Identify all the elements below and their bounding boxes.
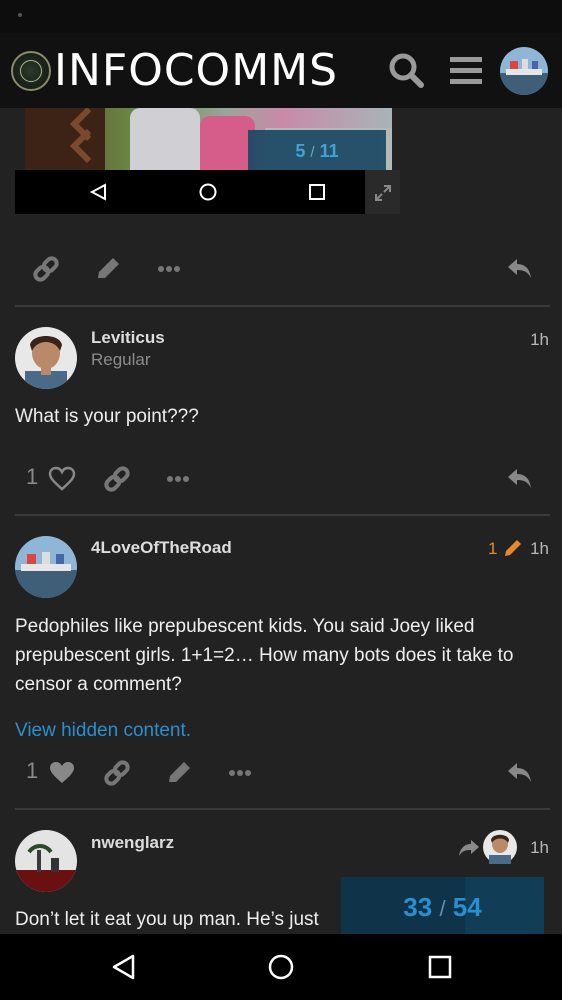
edit-count[interactable]: 1 (488, 539, 497, 559)
timeline-current: 33 (403, 892, 433, 922)
timeline-total: 54 (452, 892, 482, 922)
reply-icon[interactable] (506, 760, 534, 786)
post-body: Pedophiles like prepubescent kids. You s… (15, 616, 514, 695)
search-icon[interactable] (386, 51, 426, 91)
back-icon[interactable] (109, 952, 139, 982)
post-actions: 1 (0, 752, 562, 792)
notification-dot-icon (18, 13, 22, 17)
more-icon[interactable] (227, 760, 255, 786)
system-navigation-bar (0, 934, 562, 1000)
post-body: What is your point??? (15, 406, 199, 427)
post-divider (15, 305, 550, 307)
edit-history-pencil-icon[interactable] (503, 538, 523, 558)
gallery-counter: 5 / 11 (248, 130, 386, 170)
more-icon[interactable] (165, 466, 193, 492)
reply-to-avatar[interactable] (483, 830, 517, 864)
embedded-nav-strip (15, 170, 365, 214)
gallery-current: 5 (295, 141, 306, 161)
post-username[interactable]: Leviticus (91, 328, 165, 348)
link-icon[interactable] (103, 760, 131, 786)
site-logo-title[interactable]: INFOCOMMS (54, 45, 338, 97)
recents-icon[interactable] (425, 952, 455, 982)
post-actions: 1 (0, 458, 562, 498)
avatar[interactable] (15, 536, 77, 598)
post-username[interactable]: nwenglarz (91, 833, 174, 853)
timeline-separator: / (439, 896, 446, 921)
post-divider (15, 514, 550, 516)
reply-to-arrow-icon[interactable] (458, 838, 480, 858)
home-icon[interactable] (266, 952, 296, 982)
reply-icon[interactable] (506, 466, 534, 492)
recents-square-icon (309, 184, 325, 200)
expand-icon (375, 185, 391, 201)
like-count[interactable]: 1 (26, 758, 38, 784)
view-hidden-content-link[interactable]: View hidden content. (15, 720, 191, 742)
edit-pencil-icon[interactable] (165, 760, 193, 786)
timeline-counter[interactable]: 33 / 54 (341, 877, 544, 934)
seal-logo-icon[interactable] (11, 51, 51, 91)
edit-pencil-icon[interactable] (94, 256, 122, 282)
post-username[interactable]: 4LoveOfTheRoad (91, 538, 232, 558)
reply-icon[interactable] (506, 256, 534, 282)
user-title: Regular (91, 350, 151, 369)
post-timestamp[interactable]: 1h (530, 539, 549, 559)
user-avatar[interactable] (500, 47, 548, 95)
link-icon[interactable] (32, 256, 60, 282)
post-timestamp[interactable]: 1h (530, 330, 549, 350)
avatar[interactable] (15, 830, 77, 892)
post-actions (0, 248, 562, 288)
status-bar (0, 0, 562, 33)
hamburger-menu-icon[interactable] (446, 51, 486, 91)
site-header: INFOCOMMS (0, 33, 562, 108)
expand-button[interactable] (365, 170, 400, 214)
like-count[interactable]: 1 (26, 464, 38, 490)
heart-icon[interactable] (48, 466, 76, 492)
gallery-separator: / (310, 144, 315, 161)
more-icon[interactable] (156, 256, 184, 282)
avatar[interactable] (15, 327, 77, 389)
gallery-total: 11 (319, 141, 339, 161)
heart-icon[interactable] (48, 760, 76, 786)
back-triangle-icon (89, 183, 106, 201)
post-timestamp[interactable]: 1h (530, 838, 549, 858)
post-divider (15, 808, 550, 810)
home-circle-icon (199, 183, 217, 201)
link-icon[interactable] (103, 466, 131, 492)
